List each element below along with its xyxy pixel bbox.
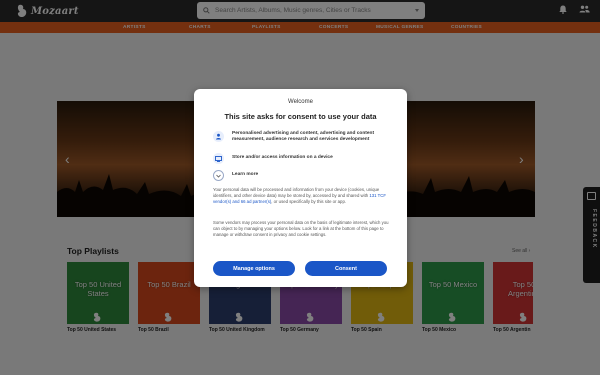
consent-paragraph: Your personal data will be processed and… bbox=[213, 187, 389, 205]
consent-paragraph: Some vendors may process your personal d… bbox=[213, 220, 389, 237]
purpose-item: Personalised advertising and content, ad… bbox=[213, 131, 392, 143]
paragraph-text: Your personal data will be processed and… bbox=[213, 187, 380, 198]
learn-more-toggle[interactable]: Learn more bbox=[213, 170, 258, 181]
purpose-text: Personalised advertising and content, ad… bbox=[232, 131, 375, 142]
dialog-welcome: Welcome bbox=[288, 99, 313, 105]
chevron-down-icon bbox=[213, 170, 224, 181]
purpose-item: Store and/or access information on a dev… bbox=[213, 153, 333, 164]
dialog-title: This site asks for consent to use your d… bbox=[224, 112, 377, 121]
consent-dialog: Welcome This site asks for consent to us… bbox=[194, 89, 407, 287]
person-icon bbox=[213, 131, 224, 142]
manage-options-button[interactable]: Manage options bbox=[213, 261, 295, 276]
paragraph-text: , or used specifically by this site or a… bbox=[271, 199, 347, 204]
learn-more-label: Learn more bbox=[232, 172, 259, 177]
device-icon bbox=[213, 153, 224, 164]
consent-button[interactable]: Consent bbox=[305, 261, 387, 276]
purpose-text: Store and/or access information on a dev… bbox=[232, 155, 333, 160]
